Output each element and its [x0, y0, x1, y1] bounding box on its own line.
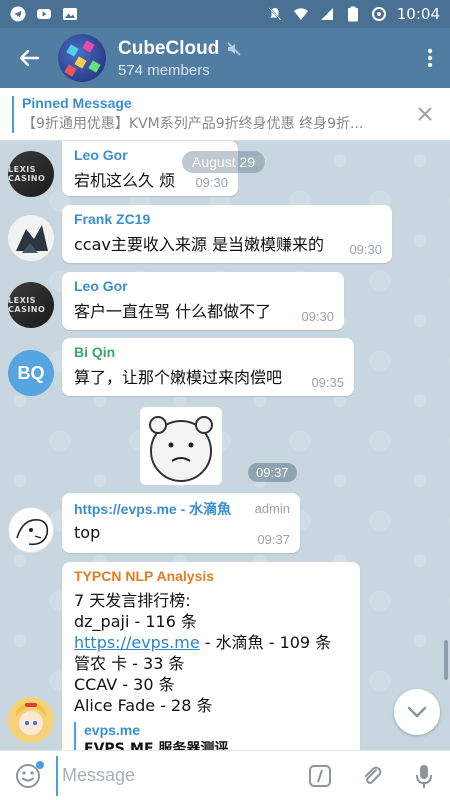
arrow-left-icon: [19, 49, 40, 67]
message-bubble[interactable]: https://evps.me - 水滴魚 admin top 09:37: [62, 493, 300, 553]
message-input[interactable]: Message: [56, 755, 294, 796]
message-text: ccav主要收入来源 是当嫩模赚来的: [74, 235, 324, 254]
message-bubble[interactable]: Bi Qin 算了，让那个嫩模过来肉偿吧 09:35: [62, 338, 354, 396]
quote-body: EVPS.ME 服务器测评: [84, 741, 229, 750]
close-pinned-button[interactable]: [400, 88, 450, 141]
group-avatar[interactable]: [58, 34, 106, 82]
sticker-image[interactable]: [140, 407, 222, 485]
message-time: 09:30: [301, 309, 334, 324]
signal-icon: [319, 6, 335, 22]
avatar[interactable]: [8, 507, 54, 553]
sender-name[interactable]: Frank ZC19: [74, 211, 380, 227]
chat-title: CubeCloud: [118, 37, 220, 59]
status-time: 10:04: [396, 5, 440, 23]
sticker-time: 09:37: [248, 463, 297, 482]
telegram-notification-icon: [10, 6, 26, 22]
voice-button[interactable]: [398, 751, 450, 800]
slash-command-icon: [309, 764, 331, 787]
message-text: 客户一直在骂 什么都做不了: [74, 302, 272, 321]
message-input-bar: Message: [0, 750, 450, 800]
ranking-line: 管农 卡 - 33 条: [74, 654, 185, 673]
avatar[interactable]: [8, 215, 54, 261]
ranking-heading: 7 天发言排行榜:: [74, 591, 191, 610]
paperclip-icon: [365, 766, 382, 784]
sync-icon: [371, 6, 387, 22]
pinned-body: 【9折通用优惠】KVM系列产品9折终身优惠 终身9折...: [22, 116, 364, 132]
chevron-down-icon: [407, 706, 427, 718]
muted-speaker-icon: [227, 41, 241, 56]
message-list[interactable]: LEXIS CASINO Leo Gor 宕机这么久 烦 09:30 Augus…: [0, 141, 450, 750]
ranking-line: dz_paji - 116 条: [74, 612, 197, 631]
youtube-notification-icon: [36, 6, 52, 22]
pinned-title: Pinned Message: [22, 95, 132, 111]
message-text: 算了，让那个嫩模过来肉偿吧: [74, 368, 283, 387]
message-bubble[interactable]: TYPCN NLP Analysis 7 天发言排行榜: dz_paji - 1…: [62, 562, 360, 750]
avatar[interactable]: BQ: [8, 350, 54, 396]
sender-name[interactable]: TYPCN NLP Analysis: [74, 568, 348, 584]
back-button[interactable]: [0, 28, 58, 88]
scroll-to-bottom-button[interactable]: [394, 689, 440, 735]
pinned-accent-bar: [12, 95, 14, 133]
avatar[interactable]: LEXIS CASINO: [8, 151, 54, 197]
attach-button[interactable]: [346, 751, 398, 800]
message-bubble[interactable]: Frank ZC19 ccav主要收入来源 是当嫩模赚来的 09:30: [62, 205, 392, 263]
avatar[interactable]: [8, 697, 54, 743]
wifi-icon: [293, 6, 309, 22]
message-time: 09:30: [195, 175, 228, 190]
chat-header: CubeCloud 574 members: [0, 28, 450, 88]
new-sticker-dot: [36, 760, 44, 769]
chat-title-block[interactable]: CubeCloud 574 members: [118, 38, 241, 79]
sender-name[interactable]: Leo Gor: [74, 278, 332, 294]
message-text: top: [74, 523, 101, 542]
date-chip: August 29: [182, 151, 266, 173]
message-bubble[interactable]: Leo Gor 客户一直在骂 什么都做不了 09:30: [62, 272, 344, 330]
ranking-line: https://evps.me - 水滴魚 - 109 条: [74, 632, 348, 653]
emoji-button[interactable]: [0, 751, 56, 800]
status-bar: 10:04: [0, 0, 450, 28]
quote-title: evps.me: [84, 722, 141, 738]
notifications-off-icon: [267, 6, 283, 22]
evps-link[interactable]: https://evps.me: [74, 633, 200, 652]
message-time: 09:30: [349, 242, 382, 257]
pinned-message-bar[interactable]: Pinned Message 【9折通用优惠】KVM系列产品9折终身优惠 终身9…: [0, 88, 450, 141]
quoted-preview[interactable]: evps.me EVPS.ME 服务器测评: [74, 722, 348, 750]
admin-badge: admin: [254, 501, 290, 516]
battery-icon: [345, 6, 361, 22]
message-time: 09:35: [311, 375, 344, 390]
bot-command-button[interactable]: [294, 751, 346, 800]
avatar[interactable]: LEXIS CASINO: [8, 282, 54, 328]
more-options-button[interactable]: [410, 28, 450, 88]
microphone-icon: [416, 764, 432, 788]
sender-name[interactable]: Bi Qin: [74, 344, 342, 360]
ranking-line: CCAV - 30 条: [74, 675, 175, 694]
image-notification-icon: [62, 6, 78, 22]
member-count: 574 members: [118, 61, 210, 79]
scrollbar-handle[interactable]: [444, 640, 448, 680]
close-icon: [418, 107, 432, 121]
vertical-dots-icon: [427, 48, 433, 68]
ranking-line-rest: - 水滴魚 - 109 条: [199, 633, 332, 652]
ranking-line: Alice Fade - 28 条: [74, 696, 213, 715]
message-time: 09:37: [257, 532, 290, 547]
